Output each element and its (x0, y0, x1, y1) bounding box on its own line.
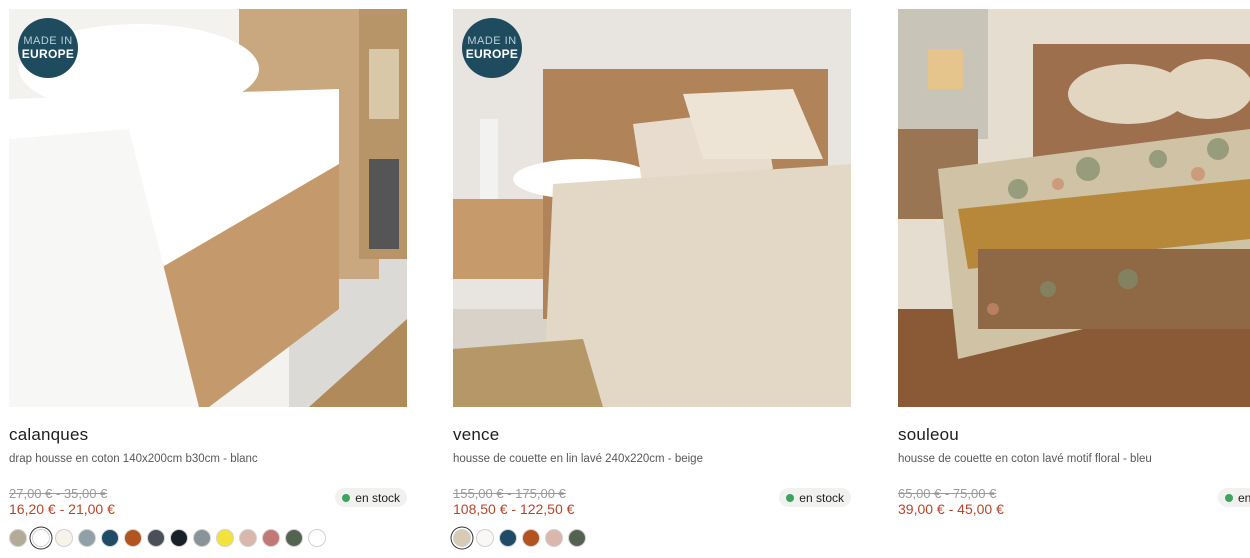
color-swatches (9, 529, 326, 547)
color-swatch[interactable] (216, 529, 234, 547)
product-image[interactable]: MADE IN EUROPE (453, 9, 851, 407)
badge-line2: EUROPE (465, 47, 519, 61)
stock-dot-icon (1225, 493, 1233, 502)
current-price: 108,50 € - 122,50 € (453, 501, 575, 517)
product-image[interactable]: MADE IN EUROPE (9, 9, 407, 407)
stock-dot-icon (786, 493, 795, 502)
color-swatch[interactable] (499, 529, 517, 547)
badge-line1: MADE IN (23, 35, 73, 47)
current-price: 16,20 € - 21,00 € (9, 501, 115, 517)
made-in-europe-badge: MADE IN EUROPE (18, 18, 78, 78)
color-swatch[interactable] (308, 529, 326, 547)
current-price: 39,00 € - 45,00 € (898, 501, 1004, 517)
color-swatch[interactable] (170, 529, 188, 547)
product-card-vence[interactable]: MADE IN EUROPE vence housse de couette e… (453, 9, 851, 547)
old-price: 155,00 € - 175,00 € (453, 486, 566, 501)
old-price: 65,00 € - 75,00 € (898, 486, 997, 501)
color-swatch[interactable] (285, 529, 303, 547)
product-name[interactable]: vence (453, 425, 499, 445)
stock-badge: en stock (779, 488, 851, 507)
color-swatch[interactable] (124, 529, 142, 547)
product-image[interactable] (898, 9, 1250, 407)
color-swatches (453, 529, 586, 547)
stock-label: en stock (799, 490, 844, 505)
color-swatch[interactable] (262, 529, 280, 547)
old-price: 27,00 € - 35,00 € (9, 486, 108, 501)
color-swatch[interactable] (453, 529, 471, 547)
color-swatch[interactable] (9, 529, 27, 547)
product-name[interactable]: souleou (898, 425, 959, 445)
product-card-calanques[interactable]: MADE IN EUROPE calanques drap housse en … (9, 9, 407, 547)
color-swatch[interactable] (522, 529, 540, 547)
color-swatch[interactable] (193, 529, 211, 547)
stock-label: en stock (355, 490, 400, 505)
color-swatch[interactable] (568, 529, 586, 547)
product-description: housse de couette en coton lavé motif fl… (898, 453, 1152, 465)
color-swatch[interactable] (101, 529, 119, 547)
made-in-europe-badge: MADE IN EUROPE (462, 18, 522, 78)
color-swatch[interactable] (55, 529, 73, 547)
stock-label: en stock (1238, 490, 1250, 505)
product-name[interactable]: calanques (9, 425, 88, 445)
badge-line1: MADE IN (467, 35, 517, 47)
color-swatch[interactable] (476, 529, 494, 547)
color-swatch[interactable] (147, 529, 165, 547)
product-description: housse de couette en lin lavé 240x220cm … (453, 453, 703, 465)
badge-line2: EUROPE (21, 47, 75, 61)
product-description: drap housse en coton 140x200cm b30cm - b… (9, 453, 258, 465)
stock-badge: en stock (335, 488, 407, 507)
product-card-souleou[interactable]: souleou housse de couette en coton lavé … (898, 9, 1250, 517)
stock-badge: en stock (1218, 488, 1250, 507)
color-swatch[interactable] (78, 529, 96, 547)
color-swatch[interactable] (545, 529, 563, 547)
stock-dot-icon (342, 493, 351, 502)
color-swatch[interactable] (239, 529, 257, 547)
color-swatch[interactable] (32, 529, 50, 547)
